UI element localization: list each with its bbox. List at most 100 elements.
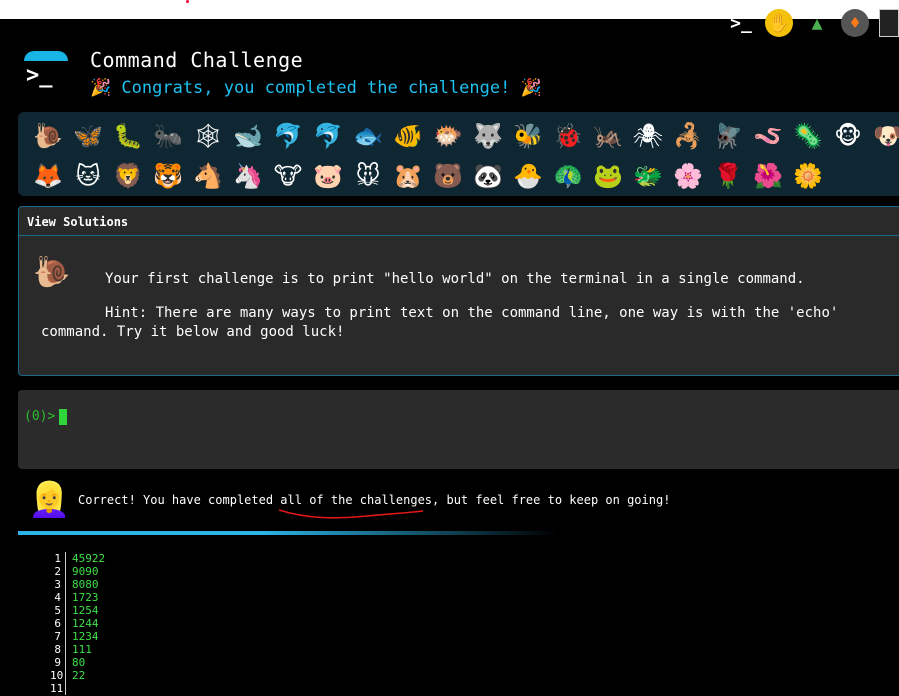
challenge-icon[interactable]: 🐯 (148, 162, 188, 190)
challenge-icon[interactable]: 🐮 (268, 162, 308, 190)
hand-icon[interactable]: ✋ (765, 9, 793, 37)
line-number: 6 (50, 617, 66, 630)
terminal-cursor (59, 408, 68, 425)
line-number: 2 (50, 565, 66, 578)
challenge-icon[interactable]: 🐷 (308, 162, 348, 190)
challenge-icon[interactable]: 🕸 (188, 122, 228, 150)
command-history: 1 45922 2 9090 3 8080 4 1723 5 1254 6 1244 7 1234 8 111… (50, 552, 105, 695)
challenge-icon[interactable]: 🪱 (748, 122, 788, 150)
challenge-description: Your first challenge is to print "hello … (105, 271, 805, 287)
challenge-icon[interactable]: 🐻 (428, 162, 468, 190)
line-value: 80 (72, 656, 86, 669)
line-number: 11 (50, 682, 66, 695)
line-value: 9090 (72, 565, 99, 578)
challenge-icon[interactable]: 🐱 (68, 162, 108, 190)
result-text-start: Correct! You have completed (78, 493, 281, 507)
challenge-icon[interactable]: 🐸 (588, 162, 628, 190)
challenge-icon[interactable]: 🐣 (508, 162, 548, 190)
challenge-icon[interactable]: 🌹 (708, 162, 748, 190)
challenge-icon[interactable]: 🐞 (548, 122, 588, 150)
line-number: 10 (50, 669, 66, 682)
challenge-icon[interactable]: 🌺 (748, 162, 788, 190)
challenge-icon[interactable]: 🐴 (188, 162, 228, 190)
challenge-panel: View Solutions 🐌 Your first challenge is… (18, 206, 899, 376)
challenge-icon[interactable]: 🕷 (628, 122, 668, 150)
line-number: 4 (50, 591, 66, 604)
challenge-icon[interactable]: 🦋 (68, 122, 108, 150)
result-text-end: , but feel free to keep on going! (432, 493, 671, 507)
challenge-icon[interactable]: 🪰 (708, 122, 748, 150)
terminal-prompt: (0)> (24, 409, 56, 424)
challenge-icon[interactable]: 🐡 (428, 122, 468, 150)
line-number: 5 (50, 604, 66, 617)
history-row: 1 45922 (50, 552, 105, 565)
history-row: 9 80 (50, 656, 105, 669)
challenge-icon[interactable]: 🦄 (228, 162, 268, 190)
logo-cap (24, 51, 68, 61)
line-value: 22 (72, 669, 86, 682)
challenge-picker: 🐌 🦋 🐛 🐜 🕸 🐋 🐬 🐬 🐟 🐠 🐡 🐺 🐝 🐞 🦗 🕷 🦂 🪰 🪱 🦠 🐵 🐶 🦊 🐱 🦁 🐯 🐴 🦄 🐮 🐷 🐭 🐹 🐻 🐼 🐣 🦚 🐸 🐲 🌸… (18, 112, 899, 196)
challenge-icon[interactable]: 🦁 (108, 162, 148, 190)
image-icon[interactable] (879, 9, 899, 37)
challenge-icon[interactable]: 🦊 (28, 162, 68, 190)
challenge-icon[interactable]: 🐠 (388, 122, 428, 150)
flame-icon[interactable]: ♦ (841, 9, 869, 37)
avatar: 👱‍♀️ (28, 480, 71, 520)
line-value: 111 (72, 643, 92, 656)
line-number: 8 (50, 643, 66, 656)
history-row: 3 8080 (50, 578, 105, 591)
challenge-icon[interactable]: 🐭 (348, 162, 388, 190)
line-number: 7 (50, 630, 66, 643)
snail-icon: 🐌 (33, 255, 71, 290)
challenge-icon[interactable]: 🐵 (828, 122, 868, 150)
terminal-input[interactable]: (0)> (18, 390, 899, 469)
challenge-icon[interactable]: 🌼 (788, 162, 828, 190)
challenge-row-1: 🐌 🦋 🐛 🐜 🕸 🐋 🐬 🐬 🐟 🐠 🐡 🐺 🐝 🐞 🦗 🕷 🦂 🪰 🪱 🦠 🐵 🐶 (28, 116, 899, 156)
challenge-icon[interactable]: 🦠 (788, 122, 828, 150)
line-value: 1254 (72, 604, 99, 617)
challenge-icon[interactable]: 🐺 (468, 122, 508, 150)
terminal-icon[interactable]: >_ (727, 9, 755, 37)
challenge-icon[interactable]: 🦗 (588, 122, 628, 150)
line-value: 1244 (72, 617, 99, 630)
challenge-icon[interactable]: 🐝 (508, 122, 548, 150)
challenge-icon[interactable]: 🐶 (868, 122, 899, 150)
line-number: 1 (50, 552, 66, 565)
line-value (66, 682, 72, 695)
challenge-icon[interactable]: 🐹 (388, 162, 428, 190)
challenge-icon[interactable]: 🌸 (668, 162, 708, 190)
line-number: 3 (50, 578, 66, 591)
result-text-emphasis: all of the challenges (280, 493, 433, 507)
view-solutions-link[interactable]: View Solutions (19, 207, 899, 236)
page-subtitle: 🎉 Congrats, you completed the challenge!… (90, 78, 542, 98)
red-mark (186, 0, 189, 3)
history-row: 6 1244 (50, 617, 105, 630)
logo: >_ (24, 48, 68, 92)
history-row: 5 1254 (50, 604, 105, 617)
challenge-icon[interactable]: 🦚 (548, 162, 588, 190)
line-number: 9 (50, 656, 66, 669)
challenge-icon[interactable]: 🐌 (28, 122, 68, 150)
challenge-icon[interactable]: 🐲 (628, 162, 668, 190)
challenge-icon[interactable]: 🐛 (108, 122, 148, 150)
challenge-icon[interactable]: 🐟 (348, 122, 388, 150)
red-underline-annotation (278, 509, 424, 519)
history-row: 4 1723 (50, 591, 105, 604)
page-title: Command Challenge (90, 48, 304, 72)
history-row: 2 9090 (50, 565, 105, 578)
challenge-icon[interactable]: 🐜 (148, 122, 188, 150)
challenge-row-2: 🦊 🐱 🦁 🐯 🐴 🦄 🐮 🐷 🐭 🐹 🐻 🐼 🐣 🦚 🐸 🐲 🌸 🌹 🌺 🌼 (28, 156, 899, 196)
history-row: 11 (50, 682, 105, 695)
challenge-icon[interactable]: 🐋 (228, 122, 268, 150)
challenge-hint: Hint: There are many ways to print text … (41, 305, 839, 340)
header: >_ Command Challenge 🎉 Congrats, you com… (24, 48, 542, 98)
line-value: 45922 (72, 552, 106, 565)
result-text: Correct! You have completed all of the c… (78, 493, 671, 519)
challenge-icon[interactable]: 🐬 (308, 122, 348, 150)
tree-icon[interactable]: ▲ (803, 9, 831, 37)
line-value: 1723 (72, 591, 99, 604)
challenge-icon[interactable]: 🐼 (468, 162, 508, 190)
line-value: 1234 (72, 630, 99, 643)
challenge-icon[interactable]: 🦂 (668, 122, 708, 150)
challenge-icon[interactable]: 🐬 (268, 122, 308, 150)
